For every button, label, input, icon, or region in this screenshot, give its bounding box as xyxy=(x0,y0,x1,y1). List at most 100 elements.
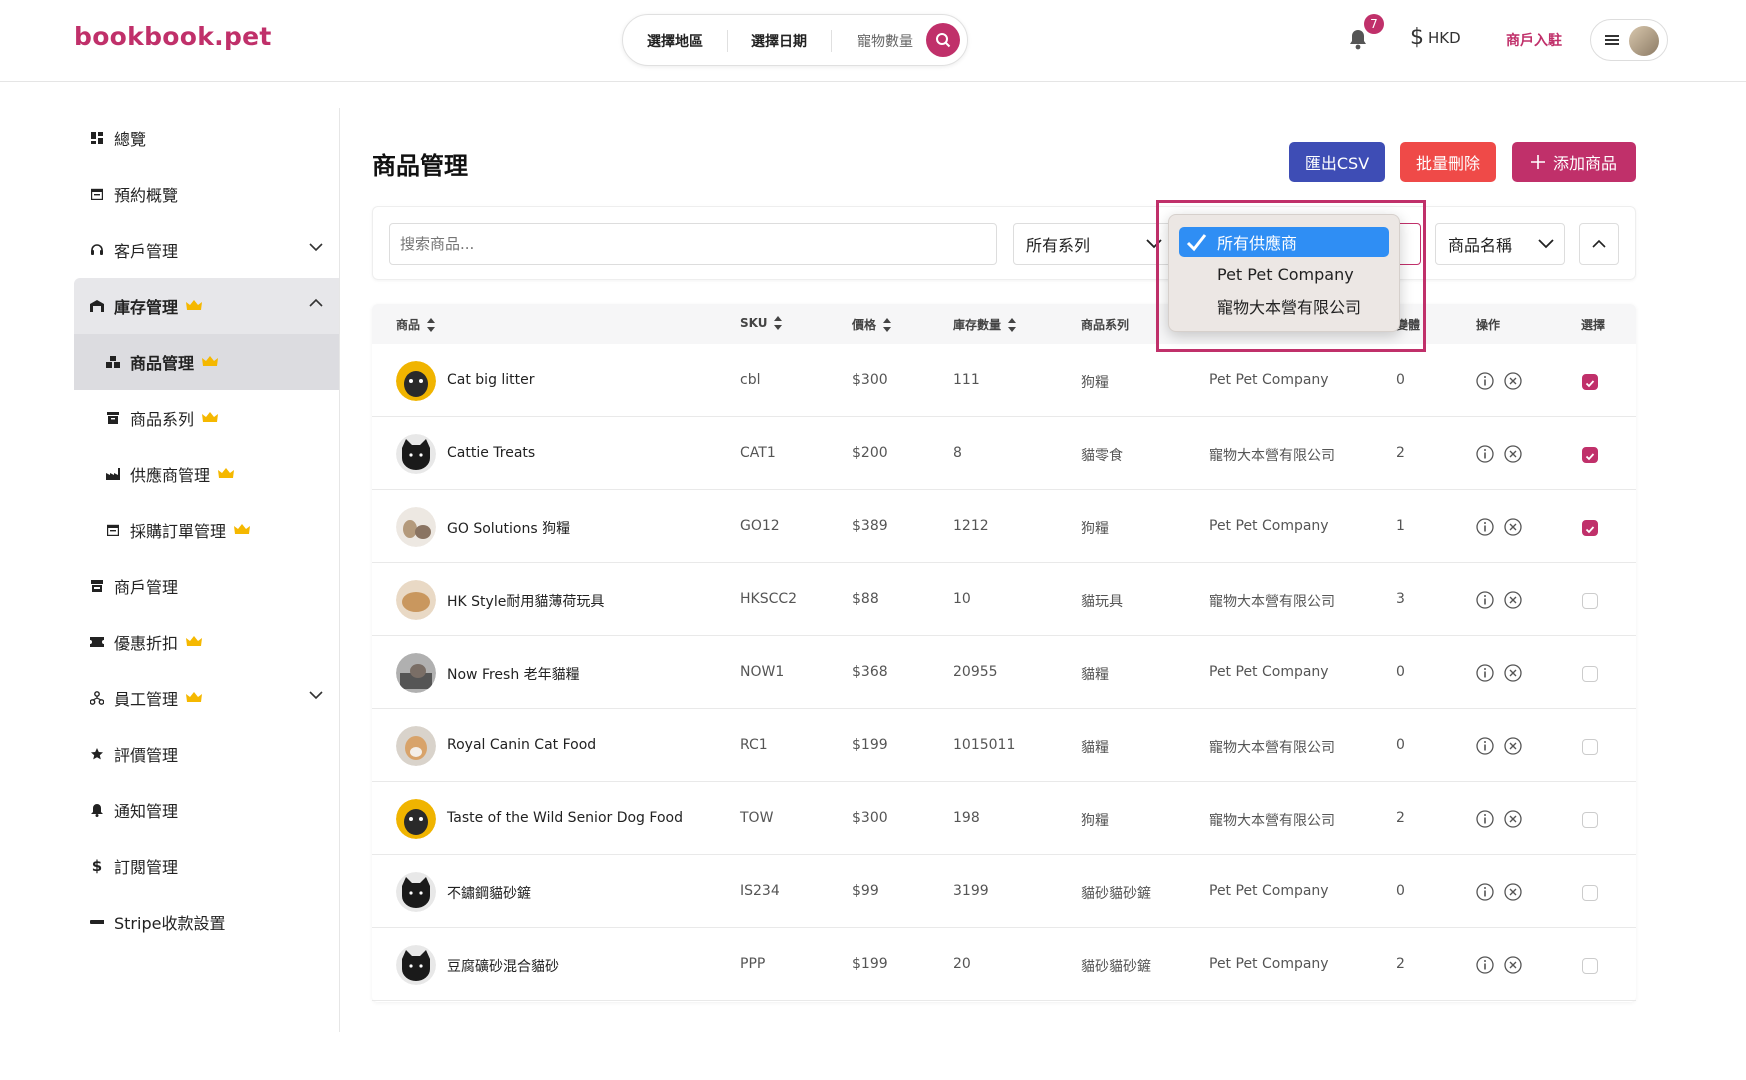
delete-icon[interactable] xyxy=(1504,956,1522,974)
info-icon[interactable] xyxy=(1476,883,1494,901)
sidebar-item-suppliers[interactable]: 供應商管理 xyxy=(74,446,339,502)
delete-icon[interactable] xyxy=(1504,591,1522,609)
row-checkbox[interactable] xyxy=(1582,885,1598,901)
sidebar-item-staff[interactable]: 員工管理 xyxy=(74,670,339,726)
bulk-delete-button[interactable]: 批量刪除 xyxy=(1400,142,1496,182)
product-name[interactable]: 不鏽鋼貓砂鏟 xyxy=(447,883,531,903)
date-selector[interactable]: 選擇日期 xyxy=(751,31,807,51)
dashboard-icon xyxy=(90,131,104,145)
sort-direction-button[interactable] xyxy=(1579,223,1619,265)
product-name[interactable]: Cat big litter xyxy=(447,372,535,388)
export-csv-button[interactable]: 匯出CSV xyxy=(1289,142,1385,182)
product-name[interactable]: Cattie Treats xyxy=(447,445,535,461)
sort-icon xyxy=(1008,317,1017,332)
info-icon[interactable] xyxy=(1476,956,1494,974)
product-name[interactable]: 豆腐礦砂混合貓砂 xyxy=(447,956,559,976)
row-checkbox[interactable] xyxy=(1582,374,1598,390)
column-product[interactable]: 商品 xyxy=(396,316,436,333)
row-checkbox[interactable] xyxy=(1582,593,1598,609)
row-checkbox[interactable] xyxy=(1582,520,1598,536)
delete-icon[interactable] xyxy=(1504,737,1522,755)
sidebar-item-label: 商品系列 xyxy=(130,410,195,429)
product-name[interactable]: Now Fresh 老年貓糧 xyxy=(447,664,580,684)
product-stock: 8 xyxy=(953,445,962,461)
sidebar-item-stripe[interactable]: Stripe收款設置 xyxy=(74,894,339,950)
sidebar-item-bookings[interactable]: 預約概覽 xyxy=(74,166,339,222)
table-row[interactable]: HK Style耐用貓薄荷玩具 HKSCC2 $88 10 貓玩具 寵物大本營有限公司 3 xyxy=(372,563,1636,636)
sidebar-item-merchants[interactable]: 商戶管理 xyxy=(74,558,339,614)
currency-selector[interactable]: $ HKD xyxy=(1410,27,1461,49)
supplier-option-pet-camp[interactable]: 寵物大本營有限公司 xyxy=(1179,291,1389,321)
sidebar-item-products[interactable]: 商品管理 xyxy=(74,334,339,390)
info-icon[interactable] xyxy=(1476,810,1494,828)
delete-icon[interactable] xyxy=(1504,372,1522,390)
product-name[interactable]: Taste of the Wild Senior Dog Food xyxy=(447,810,683,826)
row-actions xyxy=(1476,518,1522,536)
info-icon[interactable] xyxy=(1476,372,1494,390)
info-icon[interactable] xyxy=(1476,518,1494,536)
delete-icon[interactable] xyxy=(1504,445,1522,463)
notification-button[interactable] xyxy=(1348,28,1368,54)
sidebar-item-label: 供應商管理 xyxy=(130,466,211,485)
column-stock[interactable]: 庫存數量 xyxy=(953,316,1017,333)
table-row[interactable]: 豆腐礦砂混合貓砂 PPP $199 20 貓砂貓砂鏟 Pet Pet Company 2 xyxy=(372,928,1636,1001)
info-icon[interactable] xyxy=(1476,445,1494,463)
search-bar[interactable]: 選擇地區 選擇日期 寵物數量 xyxy=(622,14,968,66)
row-checkbox[interactable] xyxy=(1582,666,1598,682)
table-row[interactable]: Taste of the Wild Senior Dog Food TOW $300… xyxy=(372,782,1636,855)
delete-icon[interactable] xyxy=(1504,518,1522,536)
info-icon[interactable] xyxy=(1476,737,1494,755)
series-select[interactable]: 所有系列 xyxy=(1013,223,1173,265)
merchant-join-link[interactable]: 商戶入駐 xyxy=(1506,30,1562,50)
crown-icon xyxy=(186,636,203,648)
product-stock: 10 xyxy=(953,591,971,607)
sidebar-item-inventory[interactable]: 庫存管理 xyxy=(74,278,339,334)
info-icon[interactable] xyxy=(1476,664,1494,682)
row-checkbox[interactable] xyxy=(1582,447,1598,463)
sidebar-item-discounts[interactable]: 優惠折扣 xyxy=(74,614,339,670)
product-name[interactable]: HK Style耐用貓薄荷玩具 xyxy=(447,591,604,611)
region-selector[interactable]: 選擇地區 xyxy=(647,31,703,51)
product-stock: 1212 xyxy=(953,518,989,534)
sort-icon xyxy=(774,316,783,330)
supplier-option-all[interactable]: 所有供應商 xyxy=(1179,227,1389,257)
sort-select[interactable]: 商品名稱 xyxy=(1435,223,1565,265)
sidebar-item-product-series[interactable]: 商品系列 xyxy=(74,390,339,446)
user-menu-button[interactable] xyxy=(1590,19,1668,61)
add-product-button[interactable]: 添加商品 xyxy=(1512,142,1636,182)
table-row[interactable]: GO Solutions 狗糧 GO12 $389 1212 狗糧 Pet Pet Com… xyxy=(372,490,1636,563)
table-row[interactable]: 不鏽鋼貓砂鏟 IS234 $99 3199 貓砂貓砂鏟 Pet Pet Company 0 xyxy=(372,855,1636,928)
row-checkbox[interactable] xyxy=(1582,739,1598,755)
search-button[interactable] xyxy=(926,23,960,57)
sidebar-item-label: 訂閱管理 xyxy=(114,858,179,877)
info-icon[interactable] xyxy=(1476,591,1494,609)
delete-icon[interactable] xyxy=(1504,664,1522,682)
product-variants: 0 xyxy=(1396,664,1405,680)
pet-count-selector[interactable]: 寵物數量 xyxy=(857,31,913,51)
delete-icon[interactable] xyxy=(1504,883,1522,901)
product-variants: 2 xyxy=(1396,956,1405,972)
sidebar-item-notifications[interactable]: 通知管理 xyxy=(74,782,339,838)
table-row[interactable]: Royal Canin Cat Food RC1 $199 1015011 貓糧 寵物大本… xyxy=(372,709,1636,782)
row-checkbox[interactable] xyxy=(1582,812,1598,828)
product-name[interactable]: Royal Canin Cat Food xyxy=(447,737,596,753)
logo[interactable]: bookbook.pet xyxy=(74,22,272,51)
sidebar-item-overview[interactable]: 總覽 xyxy=(74,110,339,166)
sidebar-item-reviews[interactable]: 評價管理 xyxy=(74,726,339,782)
sidebar-item-purchase-orders[interactable]: 採購訂單管理 xyxy=(74,502,339,558)
sidebar-item-customers[interactable]: 客戶管理 xyxy=(74,222,339,278)
column-price[interactable]: 價格 xyxy=(852,316,892,333)
product-name[interactable]: GO Solutions 狗糧 xyxy=(447,518,570,538)
delete-icon[interactable] xyxy=(1504,810,1522,828)
sidebar-item-subscriptions[interactable]: $ 訂閱管理 xyxy=(74,838,339,894)
product-price: $199 xyxy=(852,956,888,972)
search-input[interactable] xyxy=(389,223,997,265)
row-checkbox[interactable] xyxy=(1582,958,1598,974)
column-sku[interactable]: SKU xyxy=(740,316,783,330)
product-supplier: Pet Pet Company xyxy=(1209,956,1329,972)
crown-icon xyxy=(234,524,251,536)
table-row[interactable]: Now Fresh 老年貓糧 NOW1 $368 20955 貓糧 Pet Pet Com… xyxy=(372,636,1636,709)
supplier-option-petpet[interactable]: Pet Pet Company xyxy=(1179,259,1389,289)
table-row[interactable]: Cattie Treats CAT1 $200 8 貓零食 寵物大本營有限公司 2 xyxy=(372,417,1636,490)
table-row[interactable]: Cat big litter cbl $300 111 狗糧 Pet Pet Compan… xyxy=(372,344,1636,417)
